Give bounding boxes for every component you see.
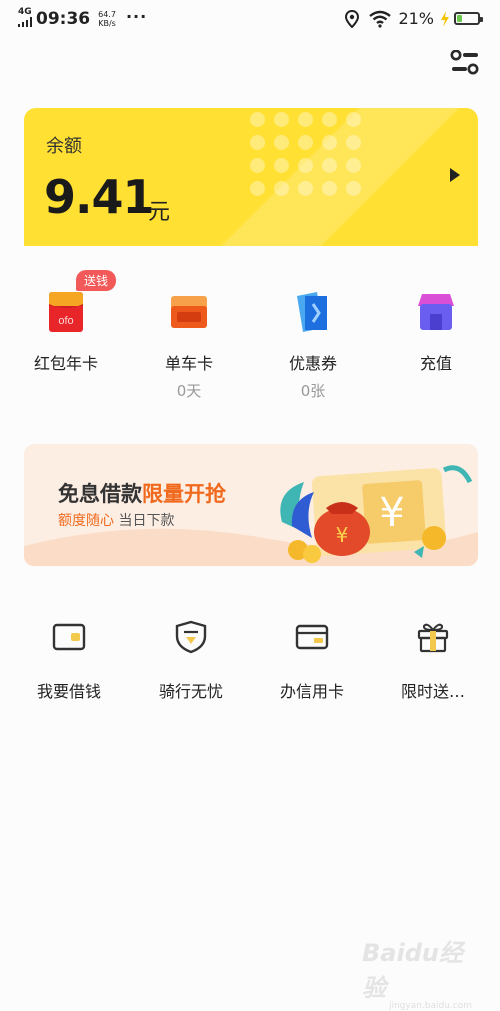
svg-text:¥: ¥ bbox=[379, 490, 404, 536]
banner-subtitle-rest: 当日下款 bbox=[114, 513, 175, 529]
battery-level-fill bbox=[457, 15, 462, 22]
network-speed: 64.7 KB/s bbox=[98, 10, 116, 28]
svg-text:¥: ¥ bbox=[336, 523, 349, 547]
quick-item-red-envelope-card[interactable]: 送钱 ofo 红包年卡 bbox=[11, 262, 121, 374]
gift-icon bbox=[417, 623, 449, 653]
speed-value: 64.7 bbox=[98, 10, 116, 19]
credit-card-icon bbox=[295, 624, 329, 650]
quick-actions: 送钱 ofo 红包年卡 单车卡 0天 优惠券 0张 充值 bbox=[0, 262, 500, 402]
promo-badge: 送钱 bbox=[76, 270, 117, 291]
speed-unit: KB/s bbox=[98, 19, 116, 28]
status-bar: 4G 09:36 64.7 KB/s ··· 21% bbox=[0, 0, 500, 40]
money-bag-illustration: ¥ ¥ bbox=[280, 465, 473, 563]
svg-text:ofo: ofo bbox=[58, 315, 73, 327]
signal-icon bbox=[18, 17, 32, 27]
service-credit-card[interactable]: 办信用卡 bbox=[257, 620, 367, 702]
shield-icon bbox=[175, 620, 207, 654]
battery-nub bbox=[480, 17, 483, 22]
charging-icon bbox=[441, 10, 449, 27]
quick-item-count: 0天 bbox=[176, 382, 202, 400]
settings-toggle-icon[interactable] bbox=[450, 50, 480, 76]
quick-item-coupon[interactable]: 优惠券 0张 bbox=[258, 262, 368, 401]
quick-item-label: 单车卡 bbox=[164, 354, 213, 373]
service-label: 办信用卡 bbox=[279, 682, 344, 701]
service-borrow-money[interactable]: 我要借钱 bbox=[14, 620, 124, 702]
banner-subtitle: 额度随心 当日下款 bbox=[58, 510, 174, 530]
quick-item-top-up[interactable]: 充值 bbox=[381, 262, 491, 374]
quick-item-count: 0张 bbox=[300, 382, 326, 400]
chevron-right-icon[interactable] bbox=[448, 166, 462, 184]
loan-promo-banner[interactable]: 免息借款限量开抢 额度随心 当日下款 ¥ ¥ bbox=[24, 444, 478, 566]
service-label: 骑行无忧 bbox=[158, 682, 223, 701]
battery-percent: 21% bbox=[398, 9, 434, 28]
banner-subtitle-highlight: 额度随心 bbox=[58, 513, 114, 529]
quick-item-label: 充值 bbox=[419, 354, 452, 373]
balance-amount: 9.41 bbox=[44, 170, 154, 224]
services-row: 我要借钱 骑行无忧 办信用卡 限时送… bbox=[0, 620, 500, 710]
coupon-icon bbox=[293, 290, 333, 334]
balance-label: 余额 bbox=[46, 136, 82, 157]
location-icon bbox=[345, 9, 360, 28]
store-icon bbox=[416, 290, 456, 334]
banner-title: 免息借款限量开抢 bbox=[58, 478, 226, 508]
banner-title-prefix: 免息借款 bbox=[58, 482, 142, 506]
dot-pattern bbox=[250, 112, 370, 198]
signal-indicator: 4G bbox=[18, 8, 32, 30]
more-notifications-icon: ··· bbox=[125, 6, 148, 26]
quick-item-label: 红包年卡 bbox=[33, 354, 98, 373]
banner-title-highlight: 限量开抢 bbox=[142, 482, 226, 506]
service-label: 限时送… bbox=[400, 682, 465, 701]
clock: 09:36 bbox=[36, 9, 91, 29]
balance-unit: 元 bbox=[148, 200, 171, 225]
balance-card[interactable]: 余额 9.41 元 bbox=[24, 108, 478, 246]
bike-card-icon bbox=[169, 290, 209, 334]
wallet-icon bbox=[52, 623, 86, 651]
quick-item-bike-card[interactable]: 单车卡 0天 bbox=[134, 262, 244, 401]
quick-item-label: 优惠券 bbox=[288, 354, 337, 373]
red-envelope-icon: ofo bbox=[46, 290, 86, 334]
service-label: 我要借钱 bbox=[36, 682, 101, 701]
baidu-watermark: Baidu经验 jingyan.baidu.com bbox=[362, 933, 472, 1011]
battery-icon bbox=[454, 12, 483, 25]
wifi-icon bbox=[369, 10, 392, 28]
service-riding-insurance[interactable]: 骑行无忧 bbox=[136, 620, 246, 702]
network-type: 4G bbox=[18, 7, 32, 17]
watermark-brand: Baidu经验 bbox=[362, 939, 463, 1002]
service-limited-gift[interactable]: 限时送… bbox=[378, 620, 488, 702]
